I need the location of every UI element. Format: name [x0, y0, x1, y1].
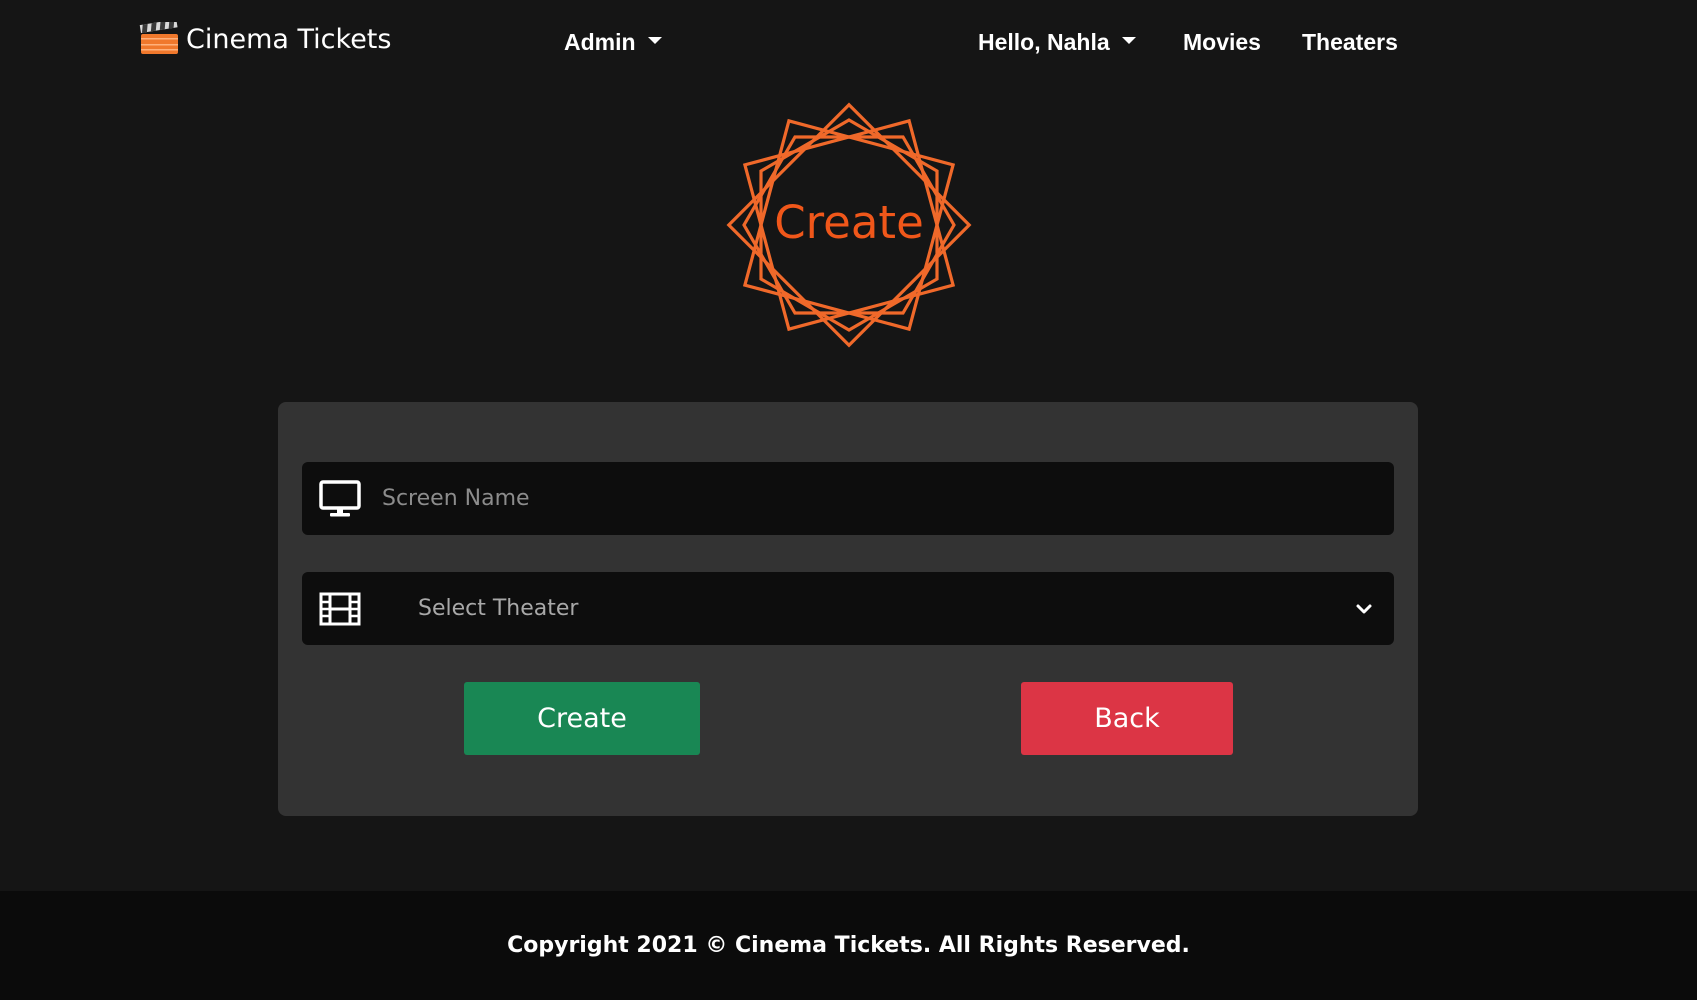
badge-label: Create	[774, 195, 924, 249]
brand-link[interactable]: Cinema Tickets	[138, 22, 391, 56]
navbar: Cinema Tickets Admin Hello, Nahla Movies…	[0, 0, 1697, 88]
brand-name: Cinema Tickets	[186, 23, 392, 55]
chevron-down-icon	[1356, 604, 1372, 613]
nav-movies-link[interactable]: Movies	[1183, 29, 1261, 56]
page: Cinema Tickets Admin Hello, Nahla Movies…	[0, 0, 1697, 1000]
theater-select[interactable]: Select Theater	[302, 572, 1394, 645]
screen-name-field	[302, 462, 1394, 535]
nav-user-label: Hello, Nahla	[978, 29, 1110, 55]
monitor-icon	[319, 479, 361, 516]
film-icon	[319, 592, 361, 625]
back-button[interactable]: Back	[1021, 682, 1233, 755]
footer: Copyright 2021 © Cinema Tickets. All Rig…	[0, 891, 1697, 1000]
caret-down-icon	[1121, 37, 1136, 44]
create-button[interactable]: Create	[464, 682, 700, 755]
clapperboard-icon	[139, 22, 178, 54]
create-screen-form: Select Theater Create Back	[278, 402, 1418, 816]
nav-theaters-link[interactable]: Theaters	[1302, 29, 1398, 56]
caret-down-icon	[647, 37, 662, 44]
create-badge: Create	[722, 98, 976, 352]
nav-user-dropdown[interactable]: Hello, Nahla	[978, 29, 1136, 56]
theater-select-value: Select Theater	[418, 596, 579, 621]
nav-admin-dropdown[interactable]: Admin	[564, 29, 662, 56]
nav-admin-label: Admin	[564, 29, 636, 55]
screen-name-input[interactable]	[382, 462, 1362, 535]
copyright-text: Copyright 2021 © Cinema Tickets. All Rig…	[507, 933, 1190, 958]
